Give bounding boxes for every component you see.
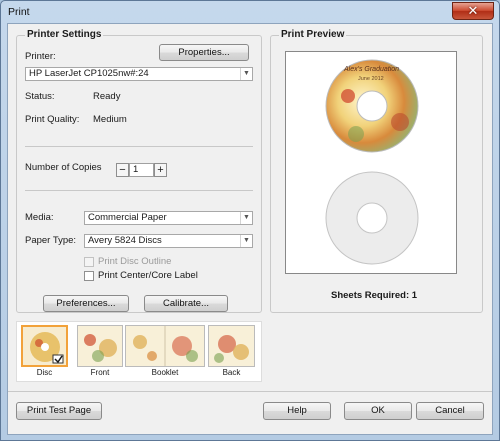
dialog-body: Printer Settings Printer: Properties... …	[7, 23, 493, 435]
print-dialog: Print ✕ Printer Settings Printer: Proper…	[0, 0, 500, 441]
center-core-checkbox[interactable]	[84, 271, 94, 281]
thumb-disc-label: Disc	[36, 368, 53, 377]
copies-input[interactable]: 1	[129, 163, 154, 177]
preview-sheet: Alex's Graduation June 2012	[285, 51, 457, 274]
properties-button[interactable]: Properties...	[159, 44, 249, 61]
print-quality-value: Medium	[93, 114, 127, 125]
preferences-button-label: Preferences...	[56, 298, 116, 309]
copies-label: Number of Copies	[25, 162, 102, 173]
print-preview-group: Print Preview Alex's Graduation June 201…	[270, 29, 483, 313]
dropdown-arrow-icon: ▼	[240, 212, 252, 224]
copies-value: 1	[133, 164, 139, 175]
dropdown-arrow-icon: ▼	[240, 68, 252, 80]
disc-hole	[356, 90, 388, 122]
properties-button-label: Properties...	[178, 47, 230, 58]
copies-decrement-button[interactable]: −	[116, 163, 129, 177]
minus-icon: −	[119, 164, 126, 176]
plus-icon: +	[157, 164, 164, 176]
thumb-booklet-image	[126, 326, 204, 366]
thumb-disc[interactable]	[21, 325, 68, 367]
thumb-front[interactable]	[77, 325, 123, 367]
printer-settings-group: Printer Settings Printer: Properties... …	[16, 29, 262, 313]
media-select-value: Commercial Paper	[88, 212, 167, 223]
paper-type-select-value: Avery 5824 Discs	[88, 235, 162, 246]
print-test-page-label: Print Test Page	[26, 405, 92, 416]
help-button[interactable]: Help	[263, 402, 331, 420]
dropdown-arrow-icon: ▼	[240, 235, 252, 247]
help-button-label: Help	[287, 405, 307, 416]
disc-outline-checkbox[interactable]	[84, 257, 94, 267]
separator	[25, 190, 253, 191]
thumb-back-label: Back	[222, 368, 241, 377]
printer-select[interactable]: HP LaserJet CP1025nw#:24 ▼	[25, 67, 253, 81]
close-button[interactable]: ✕	[452, 2, 494, 20]
thumb-front-image	[78, 326, 122, 366]
thumb-back[interactable]	[208, 325, 255, 367]
thumb-booklet[interactable]	[125, 325, 205, 367]
cancel-button-label: Cancel	[435, 405, 465, 416]
calibrate-button-label: Calibrate...	[163, 298, 209, 309]
thumb-booklet-label: Booklet	[151, 368, 179, 377]
blank-disc-hole	[356, 202, 388, 234]
print-quality-label: Print Quality:	[25, 114, 80, 125]
media-select[interactable]: Commercial Paper ▼	[84, 211, 253, 225]
separator	[25, 146, 253, 147]
sheets-required: Sheets Required: 1	[331, 290, 418, 301]
window-title: Print	[8, 6, 30, 18]
paper-type-label: Paper Type:	[25, 235, 77, 246]
status-value: Ready	[93, 91, 121, 102]
print-preview-label: Print Preview	[279, 29, 347, 41]
print-test-page-button[interactable]: Print Test Page	[16, 402, 102, 420]
status-label: Status:	[25, 91, 55, 102]
title-bar[interactable]: Print ✕	[1, 1, 499, 23]
paper-type-select[interactable]: Avery 5824 Discs ▼	[84, 234, 253, 248]
thumb-front-label: Front	[90, 368, 110, 377]
ok-button[interactable]: OK	[344, 402, 412, 420]
disc-subtitle: June 2012	[358, 76, 384, 82]
preview-sheet-graphic	[325, 59, 419, 265]
cancel-button[interactable]: Cancel	[416, 402, 484, 420]
center-core-label: Print Center/Core Label	[98, 270, 198, 281]
footer-separator	[8, 391, 492, 392]
disc-outline-label: Print Disc Outline	[98, 256, 172, 267]
thumb-back-image	[209, 326, 254, 366]
printer-label: Printer:	[25, 51, 56, 62]
preferences-button[interactable]: Preferences...	[43, 295, 129, 312]
design-thumbnails: Disc Front Booklet Back	[16, 321, 262, 382]
ok-button-label: OK	[371, 405, 385, 416]
close-icon: ✕	[467, 3, 479, 18]
thumb-disc-image	[23, 327, 66, 365]
calibrate-button[interactable]: Calibrate...	[144, 295, 228, 312]
media-label: Media:	[25, 212, 54, 223]
printer-select-value: HP LaserJet CP1025nw#:24	[29, 68, 149, 79]
copies-increment-button[interactable]: +	[154, 163, 167, 177]
printer-settings-label: Printer Settings	[25, 29, 104, 41]
